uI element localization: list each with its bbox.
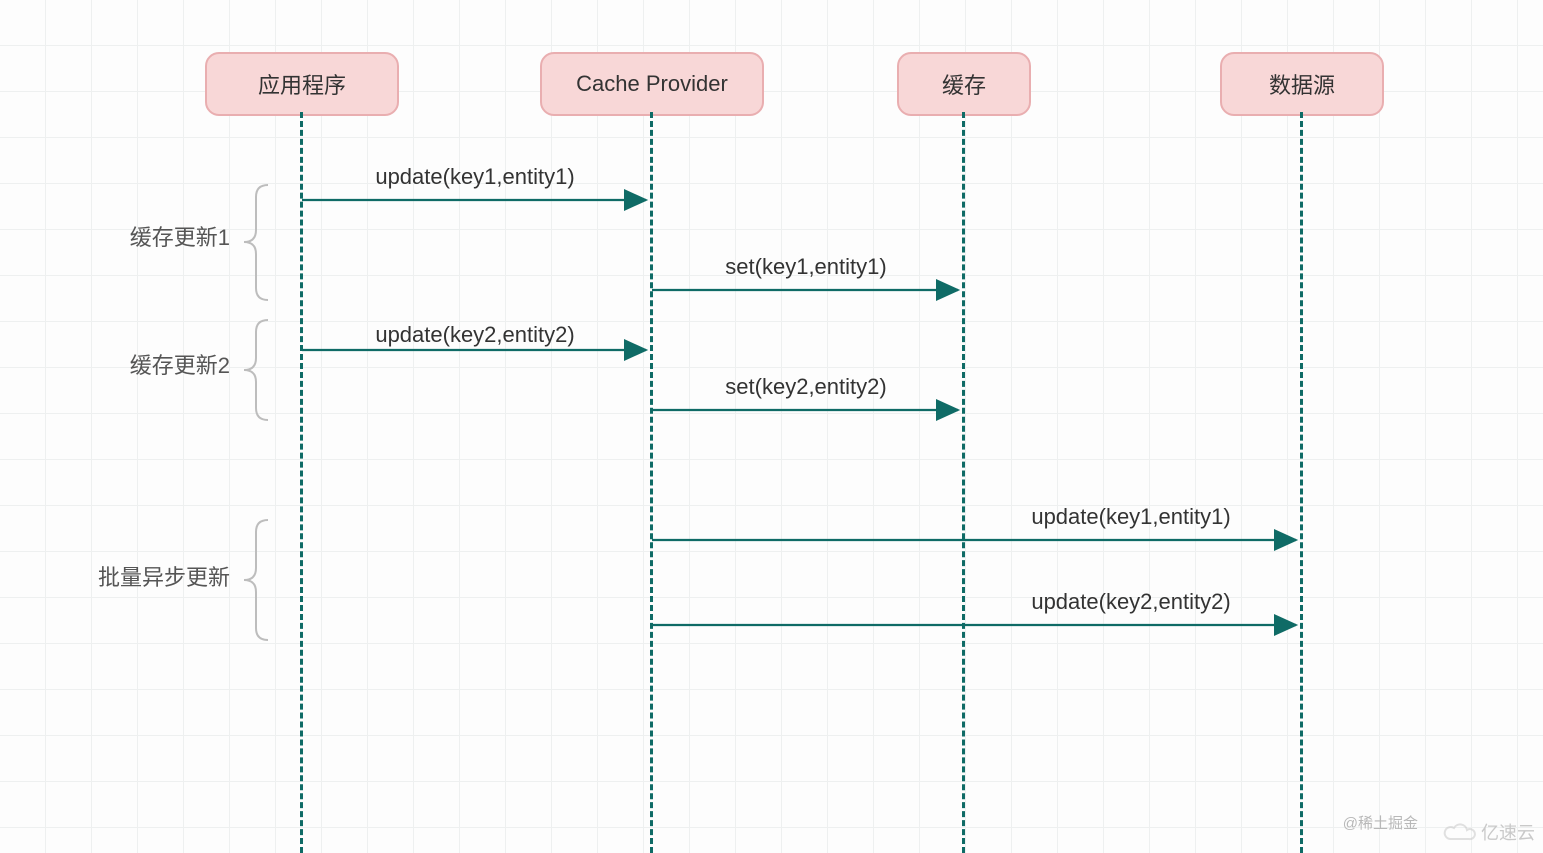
participant-prov-label: Cache Provider — [576, 71, 728, 97]
diagram-stage: 应用程序 Cache Provider 缓存 数据源 — [0, 0, 1543, 853]
bracket-g2 — [244, 320, 268, 420]
watermark-yisuyun: 亿速云 — [1441, 819, 1535, 845]
label-m6: update(key2,entity2) — [1031, 589, 1230, 615]
participant-cache: 缓存 — [897, 52, 1031, 116]
participant-datasource: 数据源 — [1220, 52, 1384, 116]
cloud-icon — [1441, 821, 1477, 843]
participant-db-label: 数据源 — [1269, 68, 1335, 100]
label-m1: update(key1,entity1) — [375, 164, 574, 190]
label-m3: update(key2,entity2) — [375, 322, 574, 348]
watermark-juejin: @稀土掘金 — [1343, 812, 1418, 833]
label-m2: set(key1,entity1) — [725, 254, 886, 280]
arrows-layer — [0, 0, 1543, 853]
participant-cache-provider: Cache Provider — [540, 52, 764, 116]
group-label-g3: 批量异步更新 — [65, 560, 230, 592]
lifeline-db — [1300, 112, 1303, 853]
participant-app: 应用程序 — [205, 52, 399, 116]
group-label-g2: 缓存更新2 — [100, 348, 230, 380]
lifeline-cache — [962, 112, 965, 853]
lifeline-prov — [650, 112, 653, 853]
participant-cache-label: 缓存 — [942, 68, 986, 100]
label-m5: update(key1,entity1) — [1031, 504, 1230, 530]
bracket-g1 — [244, 185, 268, 300]
watermark-yisuyun-text: 亿速云 — [1481, 819, 1535, 845]
group-label-g1: 缓存更新1 — [100, 220, 230, 252]
lifeline-app — [300, 112, 303, 853]
participant-app-label: 应用程序 — [258, 68, 346, 100]
label-m4: set(key2,entity2) — [725, 374, 886, 400]
bracket-g3 — [244, 520, 268, 640]
